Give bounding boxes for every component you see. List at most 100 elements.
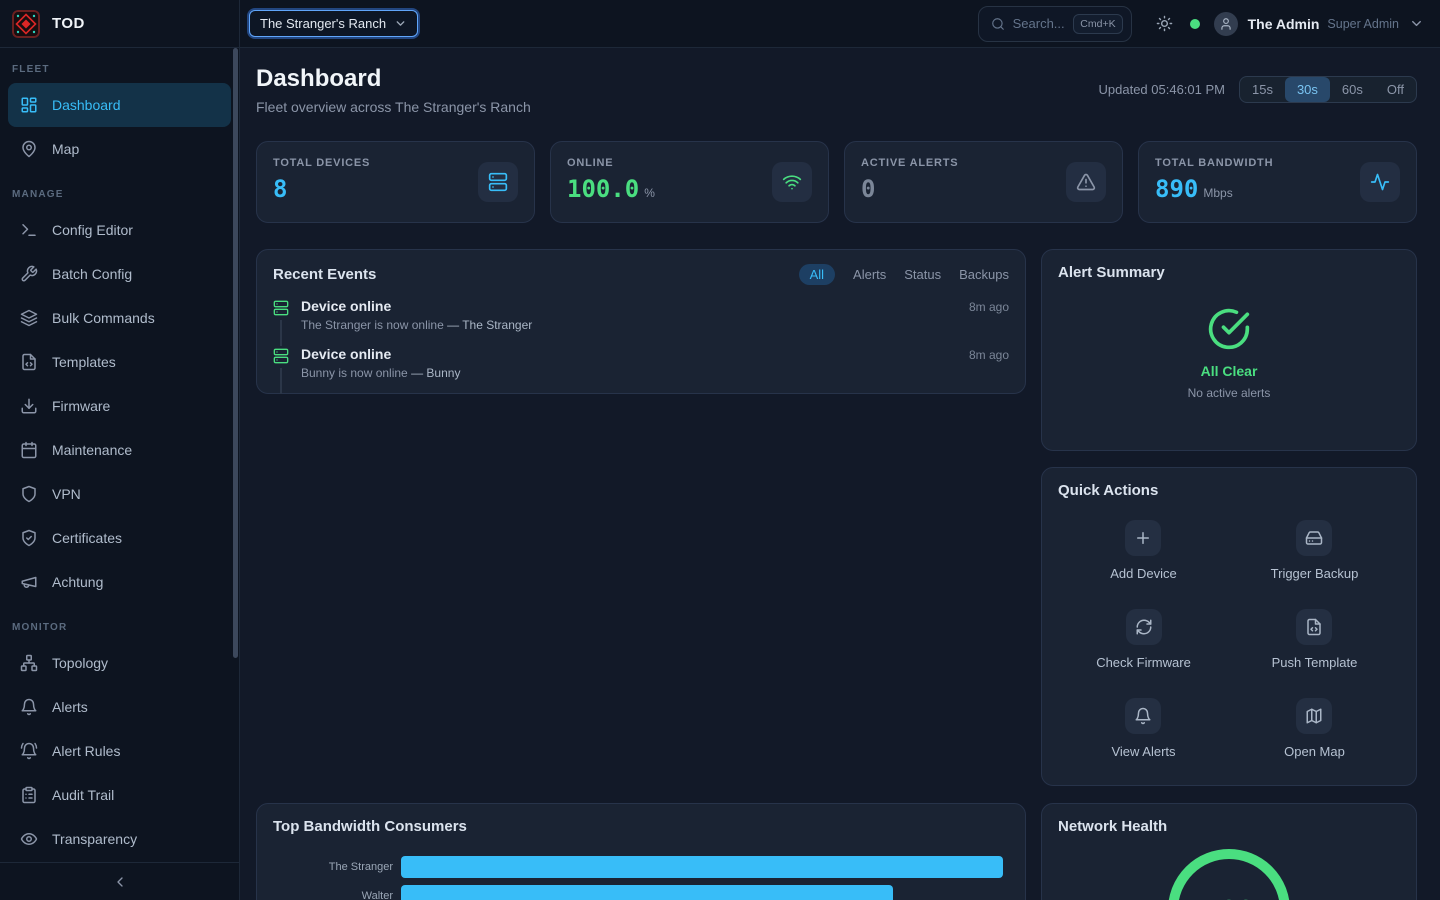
sidebar-item-label: Certificates: [52, 530, 122, 546]
network-health-title: Network Health: [1058, 818, 1167, 835]
quick-actions-panel: Quick Actions Add Device Trigger Backup: [1041, 467, 1417, 786]
alert-summary-detail: No active alerts: [1188, 386, 1271, 400]
sidebar-item-alerts[interactable]: Alerts: [8, 685, 231, 729]
sidebar-item-firmware[interactable]: Firmware: [8, 384, 231, 428]
avatar[interactable]: [1214, 12, 1238, 36]
bandwidth-bar-chart: The Stranger Walter: [273, 856, 1009, 900]
bandwidth-row: The Stranger: [273, 856, 1009, 878]
quick-action-add-device[interactable]: Add Device: [1110, 520, 1176, 581]
map-pin-icon: [20, 140, 38, 158]
sidebar-item-transparency[interactable]: Transparency: [8, 817, 231, 861]
sidebar-item-bulk-commands[interactable]: Bulk Commands: [8, 296, 231, 340]
sidebar-item-maintenance[interactable]: Maintenance: [8, 428, 231, 472]
tab-status[interactable]: Status: [904, 267, 941, 282]
activity-icon: [1360, 162, 1400, 202]
wrench-icon: [20, 265, 38, 283]
refresh-option-60s[interactable]: 60s: [1330, 77, 1375, 102]
sidebar-item-batch-config[interactable]: Batch Config: [8, 252, 231, 296]
site-selector[interactable]: The Stranger's Ranch: [249, 10, 418, 37]
quick-actions-title: Quick Actions: [1058, 482, 1158, 499]
alert-summary-status: All Clear: [1201, 363, 1258, 379]
network-health-gauge: 100: [1167, 848, 1291, 900]
sidebar-section-manage: MANAGE: [0, 189, 239, 200]
quick-action-label: Trigger Backup: [1271, 566, 1359, 581]
sidebar-item-achtung[interactable]: Achtung: [8, 560, 231, 604]
user-menu-chevron-down-icon[interactable]: [1409, 16, 1424, 31]
network-health-score: 100: [1167, 848, 1291, 900]
event-filter-tabs: All Alerts Status Backups: [799, 264, 1009, 285]
sidebar-item-config-editor[interactable]: Config Editor: [8, 208, 231, 252]
stat-label: ONLINE: [567, 157, 655, 169]
alert-summary-panel: Alert Summary All Clear No active alerts: [1041, 249, 1417, 451]
calendar-icon: [20, 441, 38, 459]
quick-action-trigger-backup[interactable]: Trigger Backup: [1271, 520, 1359, 581]
sidebar-item-label: Maintenance: [52, 442, 132, 458]
sidebar-collapse-button[interactable]: [0, 862, 239, 900]
app-root: TOD The Stranger's Ranch Cmd+K The Admin: [0, 0, 1440, 900]
sidebar-item-label: Transparency: [52, 831, 137, 847]
tod-logo-icon: [12, 10, 40, 38]
theme-toggle-sun-icon[interactable]: [1156, 15, 1173, 32]
sidebar-item-label: VPN: [52, 486, 81, 502]
sidebar-item-certificates[interactable]: Certificates: [8, 516, 231, 560]
connection-status-dot: [1190, 19, 1200, 29]
alert-triangle-icon: [1066, 162, 1106, 202]
server-icon: [478, 162, 518, 202]
stat-card-online: ONLINE 100.0%: [550, 141, 829, 223]
sidebar-item-templates[interactable]: Templates: [8, 340, 231, 384]
bandwidth-row: Walter: [273, 885, 1009, 900]
sidebar-item-dashboard[interactable]: Dashboard: [8, 83, 231, 127]
topbar-right: Cmd+K The Admin Super Admin: [978, 6, 1440, 42]
quick-action-open-map[interactable]: Open Map: [1284, 698, 1345, 759]
chevron-left-icon: [112, 874, 128, 890]
refresh-option-15s[interactable]: 15s: [1240, 77, 1285, 102]
bandwidth-panel-title: Top Bandwidth Consumers: [273, 818, 467, 835]
tab-alerts[interactable]: Alerts: [853, 267, 886, 282]
sidebar-nav: FLEET Dashboard Map MANAGE Config Editor…: [0, 48, 239, 861]
check-circle-icon: [1207, 307, 1251, 351]
tab-backups[interactable]: Backups: [959, 267, 1009, 282]
sidebar-item-map[interactable]: Map: [8, 127, 231, 171]
file-code-icon: [20, 353, 38, 371]
quick-action-push-template[interactable]: Push Template: [1272, 609, 1358, 670]
page-header: Dashboard Fleet overview across The Stra…: [256, 64, 1417, 115]
updated-timestamp: Updated 05:46:01 PM: [1099, 82, 1225, 97]
sidebar-item-audit-trail[interactable]: Audit Trail: [8, 773, 231, 817]
shield-icon: [20, 485, 38, 503]
quick-action-label: Push Template: [1272, 655, 1358, 670]
stat-card-active-alerts: ACTIVE ALERTS 0: [844, 141, 1123, 223]
sidebar-scrollbar[interactable]: [233, 48, 238, 658]
user-icon: [1219, 17, 1233, 31]
network-icon: [20, 654, 38, 672]
event-device: — Bunny: [411, 366, 460, 380]
event-time: 8m ago: [969, 348, 1009, 362]
sidebar-item-label: Audit Trail: [52, 787, 114, 803]
download-icon: [20, 397, 38, 415]
sidebar-item-topology[interactable]: Topology: [8, 641, 231, 685]
bell-ring-icon: [20, 742, 38, 760]
refresh-option-30s[interactable]: 30s: [1285, 77, 1330, 102]
event-title: Device online: [301, 346, 391, 362]
sidebar-item-label: Dashboard: [52, 97, 121, 113]
stat-value: 890: [1155, 176, 1198, 202]
event-list: Device online 8m ago The Stranger is now…: [273, 298, 1009, 394]
tab-all[interactable]: All: [799, 264, 835, 285]
search-box[interactable]: Cmd+K: [978, 6, 1132, 42]
refresh-option-off[interactable]: Off: [1375, 77, 1416, 102]
quick-action-check-firmware[interactable]: Check Firmware: [1096, 609, 1191, 670]
terminal-icon: [20, 221, 38, 239]
quick-action-view-alerts[interactable]: View Alerts: [1111, 698, 1175, 759]
sidebar-item-label: Templates: [52, 354, 116, 370]
megaphone-icon: [20, 573, 38, 591]
map-icon: [1296, 698, 1332, 734]
search-input[interactable]: [1013, 16, 1066, 31]
bandwidth-device-label: The Stranger: [273, 861, 393, 873]
sidebar-item-label: Firmware: [52, 398, 110, 414]
quick-action-label: Add Device: [1110, 566, 1176, 581]
server-icon: [273, 300, 289, 316]
stat-card-total-bandwidth: TOTAL BANDWIDTH 890Mbps: [1138, 141, 1417, 223]
sidebar-item-alert-rules[interactable]: Alert Rules: [8, 729, 231, 773]
stat-value: 100.0: [567, 176, 639, 202]
event-time: 8m ago: [969, 300, 1009, 314]
sidebar-item-vpn[interactable]: VPN: [8, 472, 231, 516]
